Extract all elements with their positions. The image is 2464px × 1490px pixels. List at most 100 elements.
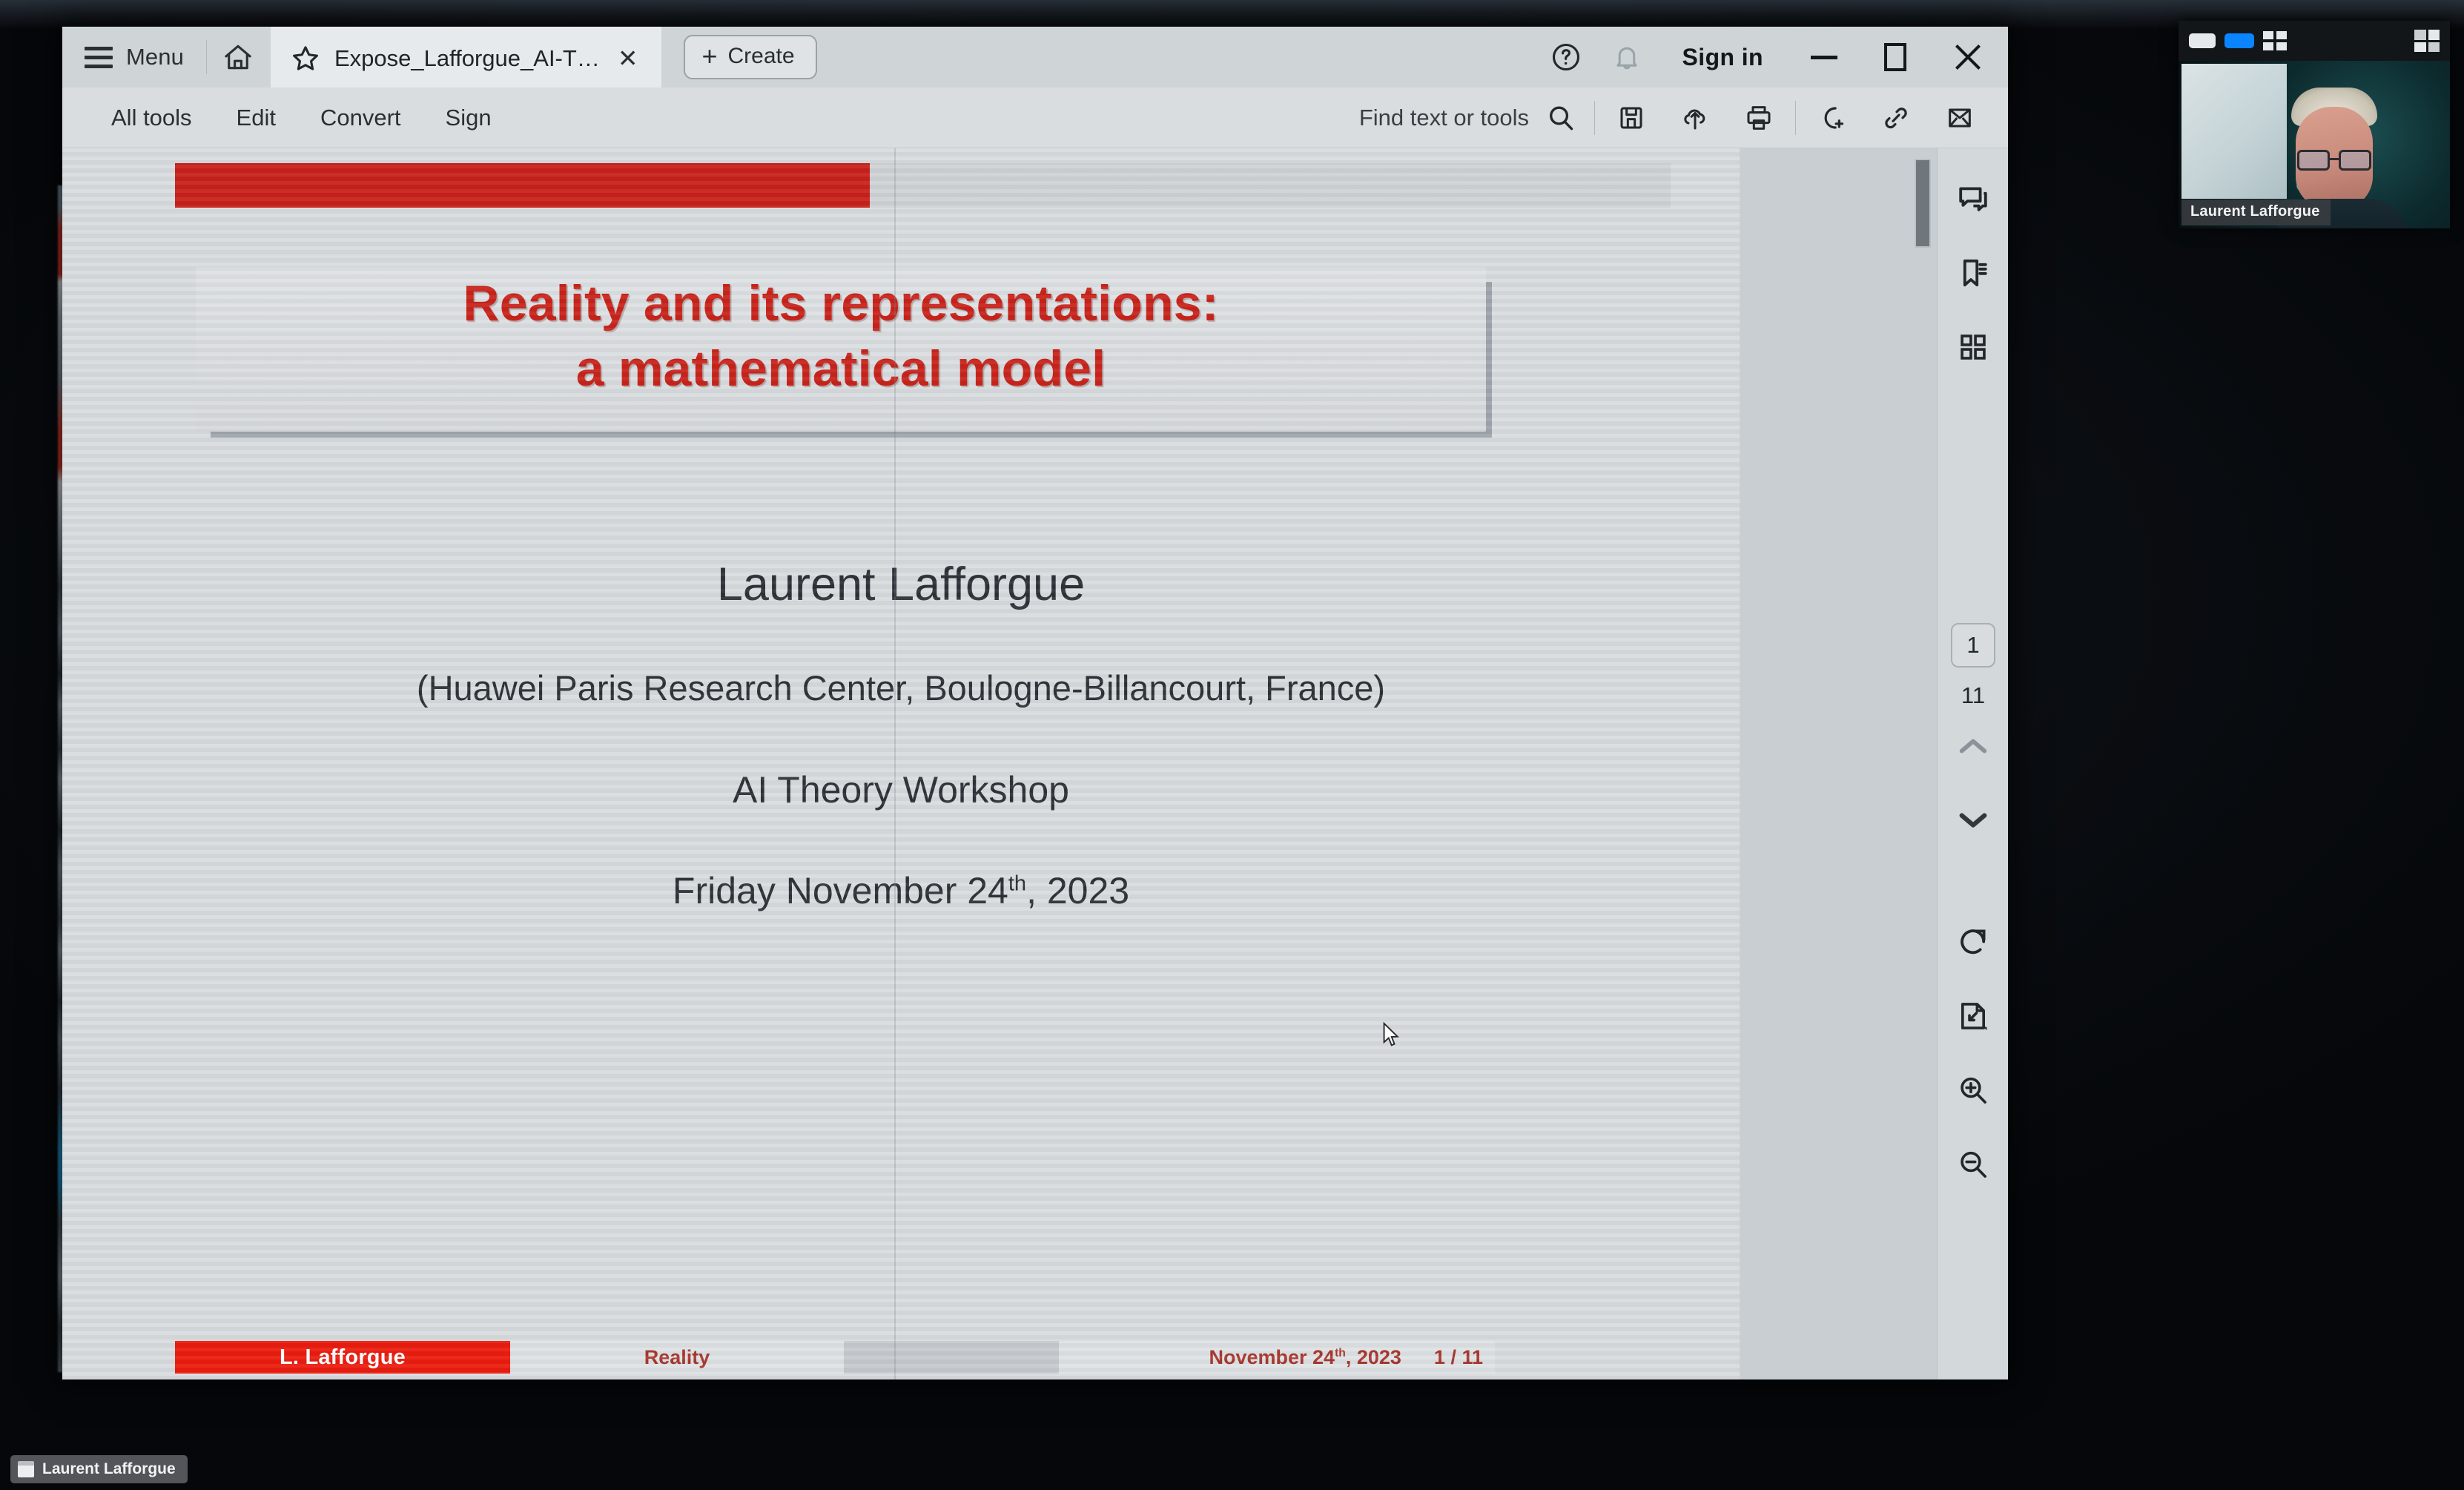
search-placeholder: Find text or tools — [1358, 104, 1529, 131]
photo-glare — [0, 0, 2464, 30]
divider — [205, 40, 207, 74]
acrobat-window: Menu Expose_Lafforgue_AI-T… ✕ + Create S… — [62, 27, 2008, 1379]
document-content-area: Reality and its representations: a mathe… — [62, 148, 2008, 1379]
rotate-clockwise-icon — [1956, 925, 1990, 959]
grid-view-icon[interactable] — [2263, 31, 2287, 50]
help-button[interactable] — [1536, 27, 1596, 88]
mic-toggle-button[interactable] — [2189, 33, 2216, 48]
fit-page-button[interactable] — [1938, 979, 2008, 1053]
tab-sign[interactable]: Sign — [423, 105, 514, 131]
video-call-panel[interactable]: Laurent Lafforgue — [2179, 21, 2450, 228]
close-icon[interactable]: ✕ — [613, 46, 643, 70]
slide-headline-bar-remainder — [870, 163, 1671, 208]
footer-date-prefix: November 24 — [1209, 1345, 1335, 1368]
tool-menu-group: All tools Edit Convert Sign — [62, 105, 514, 131]
taskbar-item-label: Laurent Lafforgue — [42, 1460, 176, 1477]
photographed-screen: Menu Expose_Lafforgue_AI-T… ✕ + Create S… — [0, 0, 2464, 1490]
star-icon[interactable] — [290, 43, 321, 74]
slide-title-line-2: a mathematical model — [575, 340, 1106, 397]
close-icon — [1952, 42, 1981, 72]
document-tab[interactable]: Expose_Lafforgue_AI-T… ✕ — [270, 27, 662, 88]
save-icon — [1616, 103, 1646, 133]
slide-date: Friday November 24th, 2023 — [62, 869, 1740, 912]
print-button[interactable] — [1727, 88, 1791, 148]
rotate-button[interactable] — [1938, 905, 2008, 979]
slide-headline-bar — [175, 163, 870, 208]
share-link-icon — [1880, 103, 1912, 133]
save-button[interactable] — [1599, 88, 1663, 148]
comment-icon — [1955, 181, 1991, 217]
footer-date-suffix: , 2023 — [1345, 1345, 1401, 1368]
slide-title-block: Reality and its representations: a mathe… — [196, 267, 1486, 432]
upload-cloud-icon — [1679, 103, 1711, 133]
add-user-button[interactable] — [1800, 88, 1864, 148]
create-button-label: Create — [727, 44, 795, 68]
glasses-icon — [2296, 150, 2376, 172]
slide-title-line-1: Reality and its representations: — [463, 275, 1219, 332]
pdf-page[interactable]: Reality and its representations: a mathe… — [62, 148, 1740, 1379]
divider — [1795, 100, 1796, 135]
camera-toggle-button[interactable] — [2224, 33, 2254, 48]
projection-seam — [894, 148, 896, 1379]
page-number-input[interactable]: 1 — [1951, 623, 1995, 667]
pdf-viewport[interactable]: Reality and its representations: a mathe… — [62, 148, 1937, 1379]
zoom-in-button[interactable] — [1938, 1053, 2008, 1127]
window-minimize-button[interactable] — [1788, 27, 1860, 88]
sign-in-button[interactable]: Sign in — [1657, 44, 1788, 71]
tab-convert[interactable]: Convert — [298, 105, 423, 131]
bookmarks-panel-button[interactable] — [1938, 236, 2009, 310]
vertical-scrollbar[interactable] — [1913, 148, 1932, 1379]
notifications-button[interactable] — [1596, 27, 1657, 88]
bell-icon — [1611, 41, 1642, 73]
zoom-out-icon — [1956, 1147, 1990, 1181]
home-button[interactable] — [211, 27, 265, 88]
window-maximize-button[interactable] — [1860, 27, 1931, 88]
video-call-toolbar — [2179, 21, 2450, 61]
page-navigation-group: 1 11 — [1938, 623, 2008, 857]
rail-bottom-group — [1938, 905, 2008, 1201]
tab-all-tools[interactable]: All tools — [89, 105, 214, 131]
right-tool-rail: 1 11 — [1937, 148, 2008, 1379]
tab-bar: Menu Expose_Lafforgue_AI-T… ✕ + Create S… — [62, 27, 2008, 88]
scrollbar-thumb[interactable] — [1915, 159, 1931, 248]
video-feed[interactable]: Laurent Lafforgue — [2179, 61, 2450, 228]
create-button[interactable]: + Create — [684, 35, 817, 79]
footer-author: L. Lafforgue — [175, 1341, 510, 1374]
search-icon[interactable] — [1545, 102, 1576, 133]
previous-page-button[interactable] — [1938, 709, 2008, 783]
chevron-down-icon — [1956, 809, 1990, 831]
main-menu-button[interactable]: Menu — [85, 27, 202, 88]
next-page-button[interactable] — [1938, 783, 2008, 857]
help-circle-icon — [1550, 41, 1582, 73]
search-input[interactable]: Find text or tools — [1359, 102, 1590, 133]
upload-button[interactable] — [1663, 88, 1727, 148]
slide-date-ordinal: th — [1008, 871, 1027, 896]
minimize-icon — [1811, 55, 1837, 59]
footer-date-ordinal: th — [1335, 1346, 1346, 1359]
page-total-label: 11 — [1961, 682, 1986, 708]
tabbar-left-group: Menu — [62, 27, 265, 88]
divider — [1594, 100, 1595, 135]
zoom-in-icon — [1956, 1073, 1990, 1107]
viewport-gutter — [1740, 148, 1937, 1379]
tabbar-right-group: Sign in — [1536, 27, 2008, 88]
document-tab-title: Expose_Lafforgue_AI-T… — [334, 44, 600, 71]
email-button[interactable] — [1928, 88, 1992, 148]
participant-name-label: Laurent Lafforgue — [2181, 200, 2331, 225]
slide-footer: L. Lafforgue Reality November 24th, 2023… — [175, 1341, 1495, 1374]
taskbar-item[interactable]: Laurent Lafforgue — [10, 1455, 188, 1483]
window-icon — [18, 1461, 34, 1477]
window-close-button[interactable] — [1931, 27, 2002, 88]
expand-icon[interactable] — [2414, 30, 2440, 52]
share-link-button[interactable] — [1864, 88, 1928, 148]
bookmark-icon — [1955, 255, 1991, 291]
slide-date-prefix: Friday November 24 — [672, 870, 1008, 912]
toolbar-right-group: Find text or tools — [1359, 88, 2008, 148]
slide-event: AI Theory Workshop — [733, 769, 1069, 811]
page-thumbnails-button[interactable] — [1938, 310, 2009, 384]
zoom-out-button[interactable] — [1938, 1127, 2008, 1201]
comment-panel-button[interactable] — [1938, 162, 2009, 236]
tab-edit[interactable]: Edit — [214, 105, 298, 131]
slide-date-suffix: , 2023 — [1026, 870, 1130, 912]
footer-right: November 24th, 2023 1 / 11 — [1059, 1341, 1495, 1374]
